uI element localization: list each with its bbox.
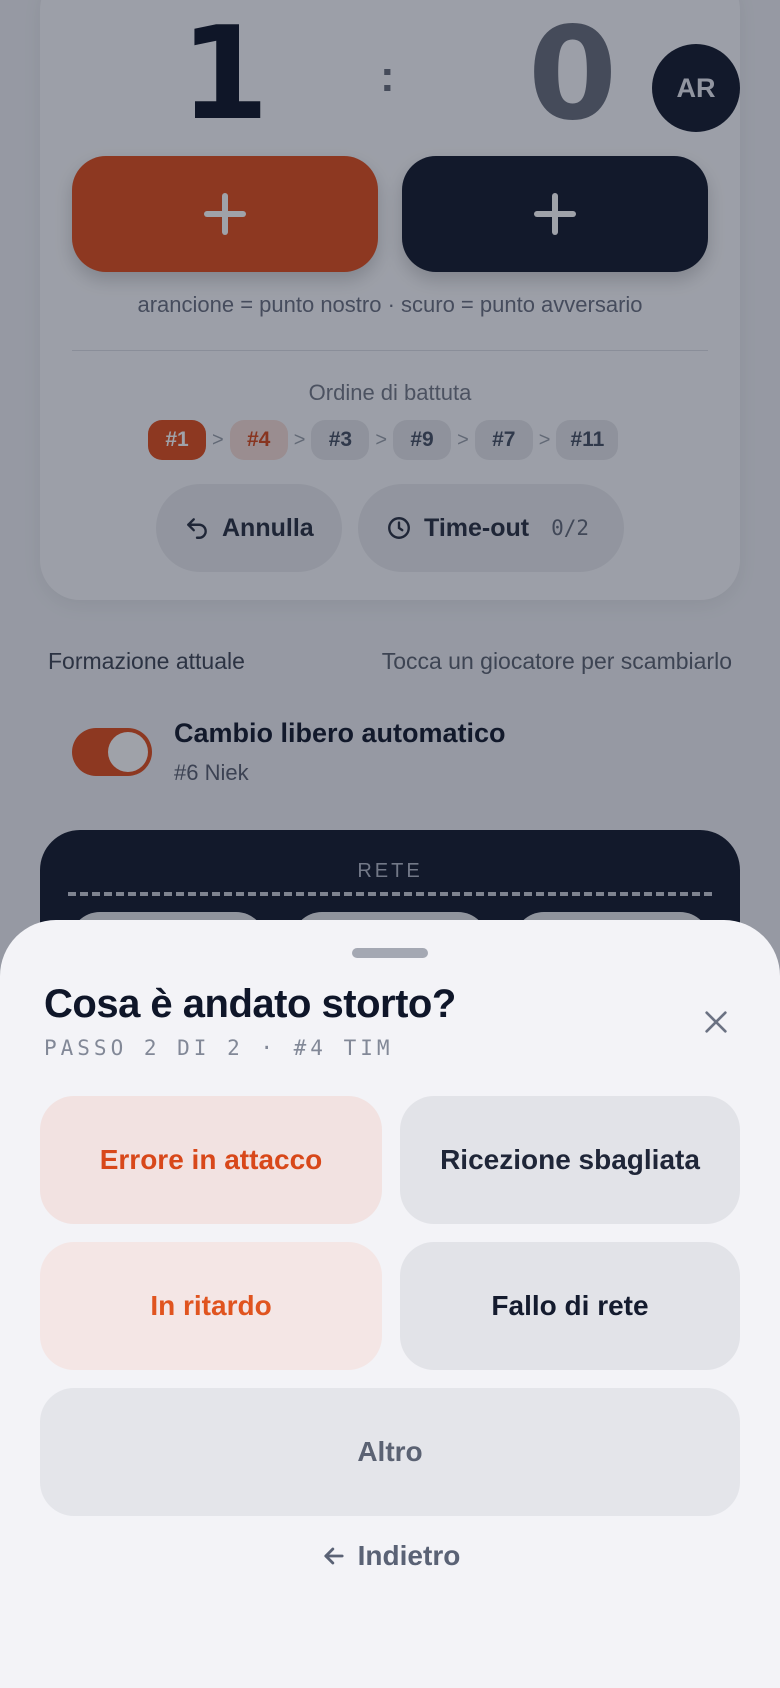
bottom-sheet: Cosa è andato storto? PASSO 2 DI 2 · #4 … — [0, 920, 780, 1688]
option-net-fault-button[interactable]: Fallo di rete — [400, 1242, 740, 1370]
option-other-button[interactable]: Altro — [40, 1388, 740, 1516]
sheet-title: Cosa è andato storto? — [44, 982, 456, 1026]
option-late-button[interactable]: In ritardo — [40, 1242, 382, 1370]
option-bad-reception-button[interactable]: Ricezione sbagliata — [400, 1096, 740, 1224]
close-icon[interactable] — [700, 1006, 732, 1038]
sheet-step: PASSO 2 DI 2 · #4 TIM — [44, 1036, 394, 1060]
back-button[interactable]: Indietro — [0, 1540, 780, 1572]
sheet-grabber[interactable] — [352, 948, 428, 958]
back-label: Indietro — [357, 1540, 461, 1571]
option-attack-error-button[interactable]: Errore in attacco — [40, 1096, 382, 1224]
arrow-left-icon — [320, 1542, 348, 1570]
